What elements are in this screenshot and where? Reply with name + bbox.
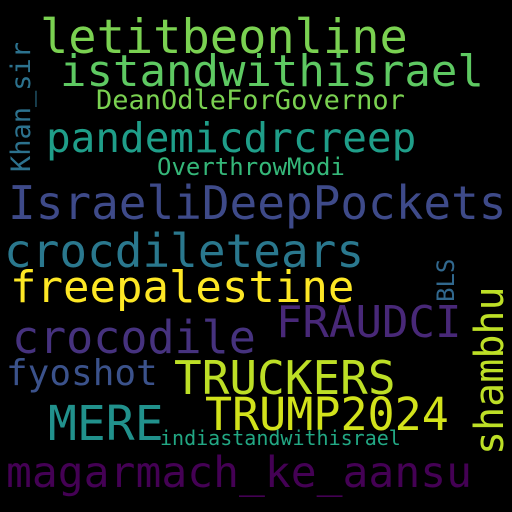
word-bls: BLS: [432, 258, 460, 302]
word-indiastandwithisrael: indiastandwithisrael: [160, 426, 401, 450]
word-cloud: letitbeonline istandwithisrael DeanOdleF…: [0, 0, 512, 512]
word-israelideeppockets: IsraeliDeepPockets: [8, 176, 507, 230]
word-mere: MERE: [48, 396, 164, 452]
word-fyoshot: fyoshot: [6, 353, 158, 394]
word-deanodleforgovernor: DeanOdleForGovernor: [96, 85, 405, 116]
word-shambhu: shambhu: [467, 286, 512, 455]
word-fraudci: FRAUDCI: [276, 297, 462, 348]
word-khan-sir: Khan_sir: [6, 41, 37, 172]
word-magarmach-ke-aansu: magarmach_ke_aansu: [6, 448, 472, 498]
